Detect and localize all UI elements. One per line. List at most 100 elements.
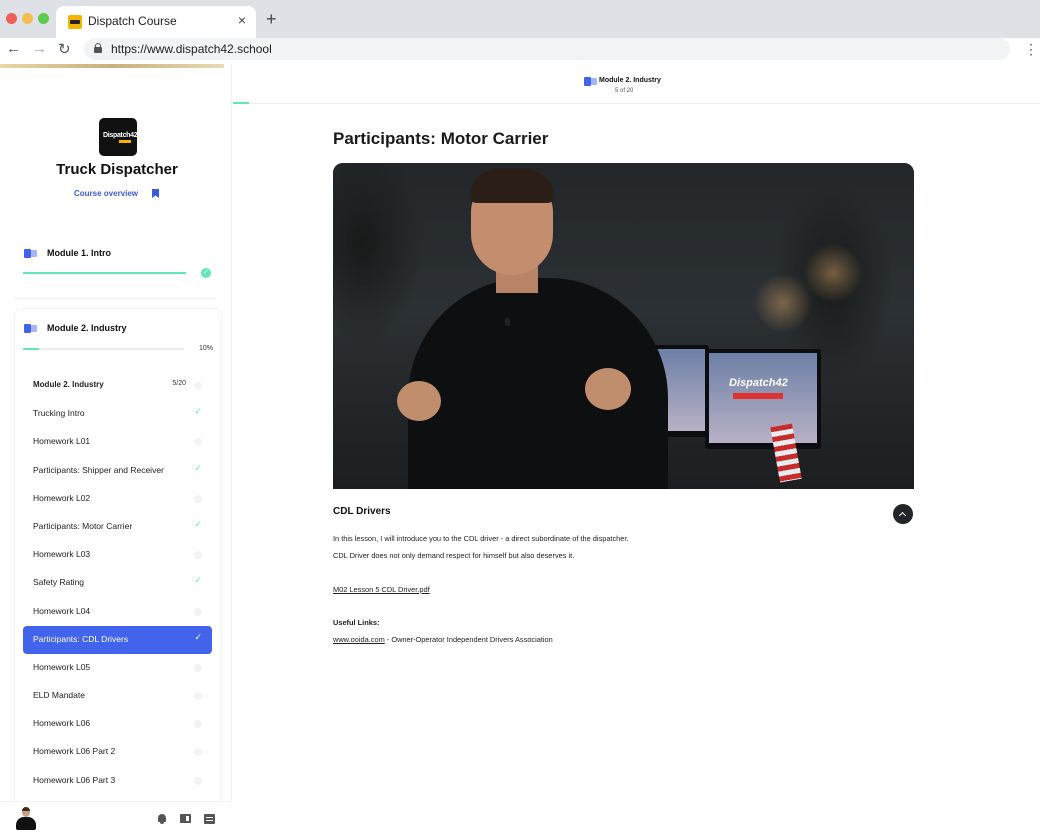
- video-presenter-hand: [585, 368, 631, 410]
- attachment-link[interactable]: M02 Lesson 5 CDL Driver.pdf: [333, 585, 430, 594]
- url-text: https://www.dispatch42.school: [111, 42, 272, 56]
- header-module-title: Module 2. Industry: [599, 77, 661, 84]
- page-title: Participants: Motor Carrier: [333, 129, 549, 148]
- status-dot-icon: [194, 494, 202, 503]
- module1-progress-fill: [23, 272, 186, 274]
- browser-menu-icon[interactable]: ⋮: [1024, 41, 1038, 58]
- lesson-label: ELD Mandate: [33, 690, 85, 701]
- avatar[interactable]: [16, 807, 36, 830]
- status-dot-icon: [194, 692, 202, 701]
- header-progress-accent: [233, 102, 249, 104]
- lesson-label: Participants: CDL Drivers: [33, 633, 129, 644]
- lesson-item[interactable]: Homework L02: [23, 485, 212, 513]
- lesson-label: Participants: Shipper and Receiver: [33, 464, 164, 475]
- status-dot-icon: [194, 607, 202, 616]
- lesson-item[interactable]: Homework L05: [23, 654, 212, 682]
- video-lav-mic: [505, 318, 510, 326]
- close-window-dot[interactable]: [6, 13, 17, 24]
- minimize-window-dot[interactable]: [22, 13, 33, 24]
- card-icon[interactable]: [180, 814, 191, 823]
- new-tab-button[interactable]: +: [266, 9, 277, 30]
- module1-progress: [23, 272, 186, 274]
- bookmark-icon[interactable]: [152, 189, 159, 198]
- divider: [14, 298, 216, 299]
- check-icon: ✓: [194, 406, 202, 417]
- course-title: Truck Dispatcher: [56, 161, 178, 178]
- lesson-label: Homework L06 Part 2: [33, 746, 116, 757]
- sidebar-banner: [0, 64, 224, 68]
- back-arrow-icon[interactable]: ←: [6, 40, 21, 57]
- lesson-count: 5/20: [172, 380, 186, 387]
- truck-favicon-icon: [68, 15, 82, 29]
- course-overview-link[interactable]: Course overview: [74, 189, 138, 198]
- lesson-item[interactable]: Homework L06 Part 2: [23, 738, 212, 766]
- lesson-label: Homework L05: [33, 661, 91, 672]
- maximize-window-dot[interactable]: [38, 13, 49, 24]
- module2-percent: 10%: [199, 345, 214, 352]
- bell-icon[interactable]: [157, 814, 167, 825]
- module-icon: [24, 249, 37, 258]
- header-lesson-position: 5 of 20: [615, 88, 634, 94]
- logo-truck-bar: [119, 140, 131, 143]
- lesson-item[interactable]: Homework L01: [23, 428, 212, 456]
- module-icon: [24, 324, 37, 333]
- lesson-item[interactable]: Homework L03: [23, 541, 212, 569]
- sidebar-footer: [0, 801, 232, 836]
- status-dot-icon: [194, 748, 202, 757]
- lesson-label: Participants: Motor Carrier: [33, 520, 133, 531]
- lesson-item[interactable]: Safety Rating ✓: [23, 569, 212, 597]
- lesson-item[interactable]: Participants: CDL Drivers ✓: [23, 625, 212, 654]
- lesson-item[interactable]: Trucking Intro ✓: [23, 400, 212, 428]
- browser-tab-bar: Dispatch Course × +: [0, 0, 1040, 38]
- status-dot-icon: [194, 720, 202, 729]
- lesson-list-title: Module 2. Industry: [33, 380, 104, 389]
- lesson-item[interactable]: Homework L06: [23, 710, 212, 738]
- lock-icon: [94, 43, 102, 53]
- module2-title[interactable]: Module 2. Industry: [47, 323, 127, 333]
- browser-tab[interactable]: Dispatch Course ×: [56, 6, 256, 38]
- check-icon: ✓: [194, 462, 202, 473]
- url-field[interactable]: https://www.dispatch42.school: [84, 38, 1010, 60]
- close-tab-icon[interactable]: ×: [238, 12, 246, 28]
- status-dot-icon: [194, 551, 202, 560]
- forward-arrow-icon[interactable]: →: [32, 40, 47, 57]
- module2-progress: [23, 348, 184, 350]
- monitor-red-banner: [733, 393, 783, 399]
- lesson-item[interactable]: ELD Mandate: [23, 682, 212, 710]
- module1-title[interactable]: Module 1. Intro: [47, 248, 111, 258]
- lesson-item[interactable]: Participants: Shipper and Receiver ✓: [23, 457, 212, 485]
- lesson-label: Safety Rating: [33, 577, 85, 588]
- course-sidebar: Dispatch42 Truck Dispatcher Course overv…: [0, 64, 232, 836]
- lesson-label: Homework L02: [33, 492, 91, 503]
- lesson-list: Module 2. Industry 5/20 Trucking Intro ✓ H…: [23, 372, 212, 795]
- module2-progress-fill: [23, 348, 40, 350]
- monitor-logo-text: Dispatch42: [729, 377, 788, 389]
- lesson-item[interactable]: Participants: Motor Carrier ✓: [23, 513, 212, 541]
- lesson-item[interactable]: Homework L06 Part 3: [23, 767, 212, 795]
- module1-complete-icon: ✓: [201, 268, 211, 278]
- logo-text: Dispatch42: [103, 132, 138, 139]
- video-plant-shadow: [333, 163, 423, 343]
- reload-icon[interactable]: ↻: [58, 40, 71, 58]
- lesson-label: Homework L01: [33, 436, 91, 447]
- tab-title: Dispatch Course: [88, 14, 177, 28]
- course-logo: Dispatch42: [99, 118, 138, 156]
- lesson-list-header: Module 2. Industry 5/20: [23, 372, 212, 400]
- ooida-link[interactable]: www.ooida.com: [333, 635, 385, 644]
- check-icon: ✓: [194, 575, 202, 586]
- status-dot-icon: [194, 776, 202, 785]
- lesson-label: Trucking Intro: [33, 408, 85, 419]
- chat-icon[interactable]: [204, 814, 215, 824]
- useful-link-row: www.ooida.com - Owner-Operator Independe…: [333, 635, 553, 644]
- ooida-link-description: - Owner-Operator Independent Drivers Ass…: [384, 635, 553, 644]
- collapse-chevron-up-button[interactable]: [893, 504, 913, 524]
- video-presenter-hair: [470, 169, 554, 203]
- lesson-header-bar: Module 2. Industry 5 of 20: [233, 64, 1040, 104]
- status-dot-icon: [194, 382, 202, 390]
- lesson-paragraph: CDL Driver does not only demand respect …: [333, 551, 575, 560]
- module-icon: [584, 77, 597, 86]
- lesson-item[interactable]: Homework L04: [23, 598, 212, 626]
- check-icon: ✓: [194, 518, 202, 529]
- lesson-video-player[interactable]: Dispatch42: [333, 163, 914, 489]
- lesson-paragraph: In this lesson, I will introduce you to …: [333, 534, 629, 543]
